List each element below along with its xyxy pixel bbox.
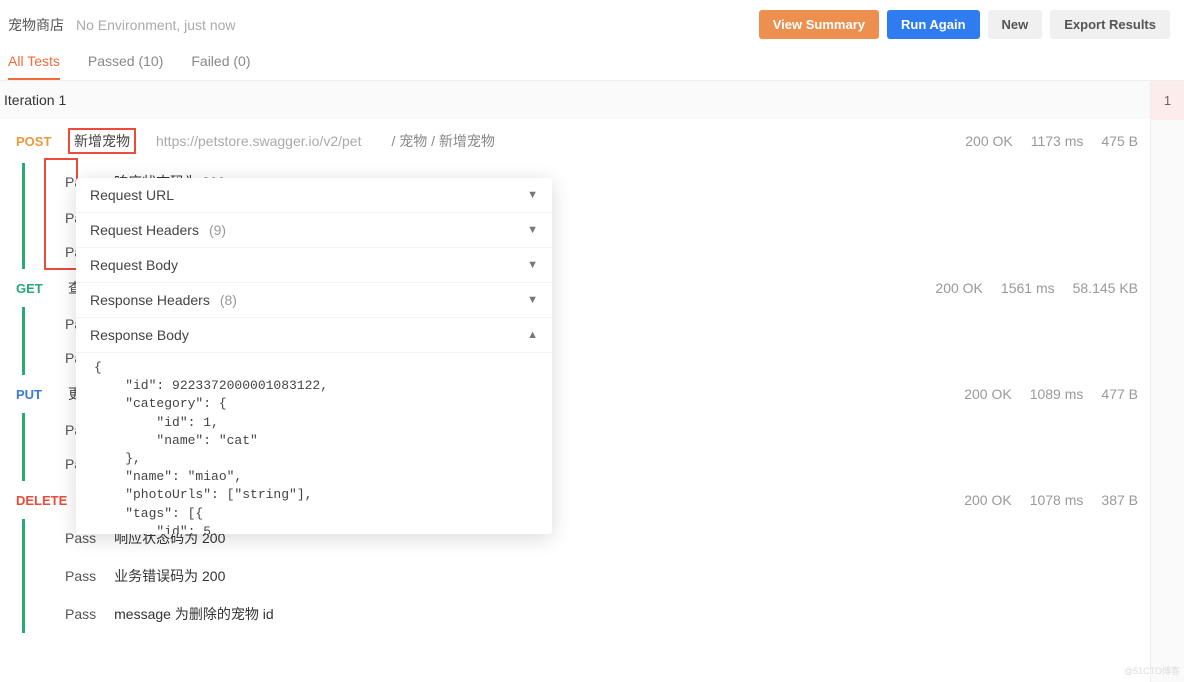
metrics: 200 OK 1173 ms 475 B bbox=[965, 133, 1138, 149]
popover-section-request-url[interactable]: Request URL ▼ bbox=[76, 178, 552, 213]
section-label: Request URL bbox=[90, 187, 174, 203]
section-label: Request Headers bbox=[90, 222, 199, 238]
popover-section-response-headers[interactable]: Response Headers (8) ▼ bbox=[76, 283, 552, 318]
time-text: 1561 ms bbox=[1001, 280, 1055, 296]
tabs-bar: All Tests Passed (10) Failed (0) bbox=[0, 47, 1184, 81]
header-bar: 宠物商店 No Environment, just now View Summa… bbox=[0, 0, 1184, 47]
header-left: 宠物商店 No Environment, just now bbox=[8, 15, 236, 35]
section-count: (9) bbox=[209, 222, 226, 238]
method-badge: DELETE bbox=[16, 493, 67, 508]
iteration-sidebar: 1 bbox=[1150, 81, 1184, 682]
test-result: Pass bbox=[65, 568, 96, 584]
test-result: Pass bbox=[65, 606, 96, 622]
response-popover: Request URL ▼ Request Headers (9) ▼ Reque… bbox=[76, 178, 552, 534]
method-badge: GET bbox=[16, 281, 56, 296]
popover-section-response-body[interactable]: Response Body ▲ bbox=[76, 318, 552, 353]
status-text: 200 OK bbox=[964, 386, 1011, 402]
time-text: 1089 ms bbox=[1030, 386, 1084, 402]
request-url: https://petstore.swagger.io/v2/pet bbox=[156, 133, 361, 149]
size-text: 58.145 KB bbox=[1073, 280, 1138, 296]
header-right: View Summary Run Again New Export Result… bbox=[759, 10, 1170, 39]
section-label: Response Body bbox=[90, 327, 189, 343]
chevron-down-icon: ▼ bbox=[527, 189, 538, 201]
chevron-down-icon: ▼ bbox=[527, 259, 538, 271]
status-text: 200 OK bbox=[964, 492, 1011, 508]
export-results-button[interactable]: Export Results bbox=[1050, 10, 1170, 39]
test-name: message 为删除的宠物 id bbox=[114, 604, 273, 624]
tab-failed[interactable]: Failed (0) bbox=[191, 53, 250, 80]
tab-all-tests[interactable]: All Tests bbox=[8, 53, 60, 80]
view-summary-button[interactable]: View Summary bbox=[759, 10, 879, 39]
watermark: @51CTO博客 bbox=[1124, 664, 1180, 677]
iteration-number[interactable]: 1 bbox=[1151, 81, 1184, 120]
chevron-down-icon: ▼ bbox=[527, 294, 538, 306]
time-text: 1173 ms bbox=[1031, 133, 1084, 149]
tab-passed[interactable]: Passed (10) bbox=[88, 53, 163, 80]
popover-section-request-body[interactable]: Request Body ▼ bbox=[76, 248, 552, 283]
section-count: (8) bbox=[220, 292, 237, 308]
run-again-button[interactable]: Run Again bbox=[887, 10, 980, 39]
iteration-label: Iteration 1 bbox=[0, 81, 1150, 119]
test-group: Pass响应状态码为 200 Pass业务错误码为 200 Passmessag… bbox=[0, 519, 1150, 633]
response-body-content: { "id": 9223372000001083122, "category":… bbox=[76, 353, 552, 534]
new-button[interactable]: New bbox=[988, 10, 1043, 39]
popover-section-request-headers[interactable]: Request Headers (9) ▼ bbox=[76, 213, 552, 248]
method-badge: POST bbox=[16, 134, 56, 149]
chevron-down-icon: ▼ bbox=[527, 224, 538, 236]
chevron-up-icon: ▲ bbox=[527, 329, 538, 341]
test-row: Pass message 为删除的宠物 id bbox=[25, 595, 1150, 633]
size-text: 475 B bbox=[1101, 133, 1138, 149]
section-label: Request Body bbox=[90, 257, 178, 273]
metrics: 200 OK 1561 ms 58.145 KB bbox=[935, 280, 1138, 296]
request-path: / 宠物 / 新增宠物 bbox=[391, 131, 494, 151]
metrics: 200 OK 1078 ms 387 B bbox=[964, 492, 1138, 508]
status-text: 200 OK bbox=[965, 133, 1012, 149]
metrics: 200 OK 1089 ms 477 B bbox=[964, 386, 1138, 402]
request-row[interactable]: POST 新增宠物 https://petstore.swagger.io/v2… bbox=[0, 119, 1150, 163]
size-text: 477 B bbox=[1101, 386, 1138, 402]
collection-name: 宠物商店 bbox=[8, 15, 64, 35]
test-row: Pass 业务错误码为 200 bbox=[25, 557, 1150, 595]
request-name: 新增宠物 bbox=[68, 128, 136, 154]
status-text: 200 OK bbox=[935, 280, 982, 296]
size-text: 387 B bbox=[1101, 492, 1138, 508]
method-badge: PUT bbox=[16, 387, 56, 402]
time-text: 1078 ms bbox=[1030, 492, 1084, 508]
environment-info: No Environment, just now bbox=[76, 17, 236, 33]
highlight-box bbox=[44, 158, 78, 270]
test-name: 业务错误码为 200 bbox=[114, 566, 225, 586]
section-label: Response Headers bbox=[90, 292, 210, 308]
